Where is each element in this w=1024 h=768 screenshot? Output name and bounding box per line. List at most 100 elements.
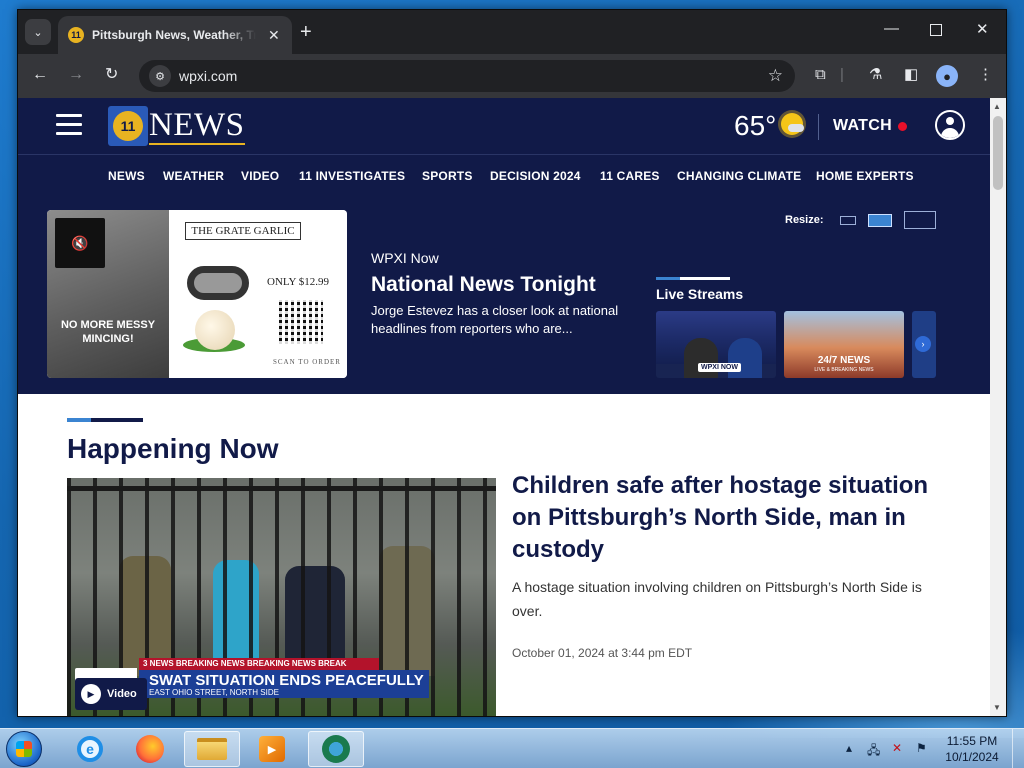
resize-large-button[interactable] [904, 211, 936, 229]
nav-item-sports[interactable]: SPORTS [422, 169, 473, 183]
show-desktop-button[interactable] [1012, 729, 1024, 768]
live-stream-thumb-24-7-news[interactable]: 24/7 NEWS LIVE & BREAKING NEWS [784, 311, 904, 378]
story-summary: A hostage situation involving children o… [512, 579, 922, 619]
feature-description[interactable]: Jorge Estevez has a closer look at natio… [371, 302, 631, 338]
profile-icon[interactable]: ● [936, 65, 958, 87]
toolbar-divider: | [840, 66, 844, 83]
chevron-down-icon[interactable]: ⌄ [25, 19, 51, 45]
resize-small-button[interactable] [840, 216, 856, 225]
story-date: October 01, 2024 at 3:44 pm EDT [512, 646, 693, 660]
nav-item-changing-climate[interactable]: CHANGING CLIMATE [677, 169, 801, 183]
plus-icon[interactable]: + [300, 22, 312, 42]
volume-muted-icon[interactable]: ✕ [892, 741, 902, 755]
close-window-icon[interactable]: ✕ [976, 20, 989, 38]
lower-third-headline: SWAT SITUATION ENDS PEACEFULLY [149, 672, 424, 689]
hamburger-menu-icon[interactable] [56, 114, 82, 141]
lower-third-subtitle: EAST OHIO STREET, NORTH SIDE [149, 688, 279, 697]
browser-window: ⌄ 11 Pittsburgh News, Weather, Traffic ✕… [17, 9, 1007, 717]
ad-photo: 🔇 NO MORE MESSY MINCING! [47, 210, 169, 378]
url-text[interactable]: wpxi.com [179, 68, 237, 84]
media-player-icon[interactable]: ▶ [244, 731, 300, 767]
wpxi-now-badge: WPXI NOW [698, 363, 741, 372]
chevron-right-icon[interactable]: › [915, 336, 931, 352]
nav-item-11-cares[interactable]: 11 CARES [600, 169, 660, 183]
header-divider [818, 114, 819, 140]
tab-title: Pittsburgh News, Weather, Traffic [92, 28, 256, 42]
nav-item-weather[interactable]: WEATHER [163, 169, 224, 183]
maximize-icon[interactable] [930, 24, 942, 36]
minimize-icon[interactable]: — [884, 20, 899, 37]
taskbar: e ▶ ▴ 🖧 ✕ ⚑ 11:55 PM 10/1/2024 [0, 728, 1024, 768]
advertisement[interactable]: 🔇 NO MORE MESSY MINCING! THE GRATE GARLI… [47, 210, 347, 378]
mute-icon[interactable]: 🔇 [55, 218, 105, 268]
clock-time[interactable]: 11:55 PM [940, 734, 1004, 748]
feature-title[interactable]: National News Tonight [371, 273, 596, 297]
nav-item-decision-2024[interactable]: DECISION 2024 [490, 169, 581, 183]
reload-icon[interactable]: ↻ [105, 66, 118, 84]
internet-explorer-icon[interactable]: e [62, 731, 118, 767]
logo-wordmark: NEWS [149, 107, 245, 145]
ad-product-panel: THE GRATE GARLIC ONLY $12.99 SCAN TO ORD… [169, 210, 347, 378]
start-button[interactable] [6, 731, 42, 767]
puzzle-icon[interactable]: ⧉ [815, 66, 826, 84]
file-explorer-icon[interactable] [184, 731, 240, 767]
feature-kicker: WPXI Now [371, 250, 439, 266]
network-icon[interactable]: 🖧 [867, 741, 880, 762]
scroll-thumb[interactable] [993, 116, 1003, 190]
site-header: 11 NEWS 65° WATCH [18, 98, 990, 155]
tab-active[interactable]: 11 Pittsburgh News, Weather, Traffic ✕ [58, 16, 292, 54]
promo-band: 🔇 NO MORE MESSY MINCING! THE GRATE GARLI… [18, 197, 990, 394]
qr-code [279, 300, 323, 344]
close-icon[interactable]: ✕ [268, 27, 280, 44]
ad-price: ONLY $12.99 [267, 276, 330, 288]
thumb-subtitle: LIVE & BREAKING NEWS [814, 367, 874, 373]
watch-button[interactable]: WATCH [833, 117, 892, 135]
video-label: Video [107, 688, 137, 700]
live-streams-title: Live Streams [656, 286, 744, 302]
story-headline[interactable]: Children safe after hostage situation on… [512, 470, 952, 566]
flask-icon[interactable]: ⚗ [869, 66, 882, 84]
nav-item-home-experts[interactable]: HOME EXPERTS [816, 169, 914, 183]
chrome-icon[interactable] [308, 731, 364, 767]
nav-item-11-investigates[interactable]: 11 INVESTIGATES [299, 169, 405, 183]
section-title: Happening Now [67, 433, 279, 464]
nav-item-video[interactable]: VIDEO [241, 169, 279, 183]
resize-label: Resize: [785, 214, 824, 226]
ad-caption: NO MORE MESSY MINCING! [60, 319, 156, 345]
video-lower-third: SWAT SITUATION ENDS PEACEFULLY EAST OHIO… [139, 670, 429, 698]
logo-mark: 11 [108, 106, 148, 146]
side-panel-icon[interactable]: ◧ [904, 66, 918, 84]
live-streams-accent [656, 277, 730, 280]
firefox-icon[interactable] [122, 731, 178, 767]
live-stream-thumb-wpxi-now[interactable]: WPXI NOW [656, 311, 776, 378]
page-scrollbar[interactable]: ▲ ▼ [990, 98, 1006, 716]
favicon-icon: 11 [68, 27, 84, 43]
site-logo[interactable]: 11 NEWS [108, 106, 245, 146]
show-hidden-icons-icon[interactable]: ▴ [846, 741, 852, 755]
main-nav: NEWS WEATHER VIDEO 11 INVESTIGATES SPORT… [18, 155, 990, 197]
live-indicator-icon [898, 122, 907, 131]
qr-caption: SCAN TO ORDER [273, 358, 341, 366]
weather-temperature[interactable]: 65° [734, 108, 776, 144]
fence-rail [67, 486, 496, 491]
back-arrow-icon[interactable]: ← [32, 66, 48, 84]
clock-date[interactable]: 10/1/2024 [940, 750, 1004, 764]
star-icon[interactable]: ☆ [768, 66, 783, 86]
site-info-icon[interactable]: ⚙ [149, 65, 171, 87]
resize-medium-button[interactable] [868, 214, 892, 227]
address-bar[interactable]: ⚙ wpxi.com ☆ [139, 60, 795, 92]
story-video-thumbnail[interactable]: 3 NEWS BREAKING NEWS BREAKING NEWS BREAK… [67, 478, 496, 716]
nav-item-news[interactable]: NEWS [108, 169, 145, 183]
garlic-image [195, 310, 235, 350]
cloud-icon [788, 124, 804, 132]
play-icon: ▶ [81, 684, 101, 704]
scroll-down-icon[interactable]: ▼ [993, 703, 1001, 712]
breaking-news-strip: 3 NEWS BREAKING NEWS BREAKING NEWS BREAK [139, 658, 379, 670]
account-icon[interactable] [935, 110, 965, 140]
video-play-button[interactable]: ▶ Video [75, 678, 147, 710]
scroll-up-icon[interactable]: ▲ [993, 102, 1001, 111]
kebab-menu-icon[interactable]: ⋮ [978, 66, 993, 84]
ad-brand: THE GRATE GARLIC [185, 222, 301, 240]
action-center-flag-icon[interactable]: ⚑ [916, 741, 927, 755]
forward-arrow-icon[interactable]: → [68, 66, 84, 84]
